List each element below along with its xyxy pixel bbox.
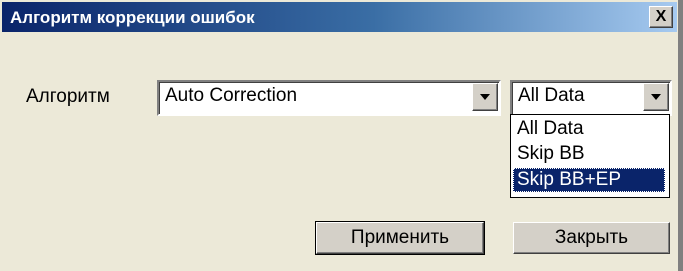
close-icon[interactable]: X <box>649 6 673 28</box>
dropdown-option-skip-bb[interactable]: Skip BB <box>513 142 665 166</box>
window-border <box>678 0 683 271</box>
title-bar[interactable]: Алгоритм коррекции ошибок X <box>2 2 677 32</box>
data-filter-dropdown-list: All Data Skip BB Skip BB+EP <box>510 114 670 198</box>
algorithm-value: Auto Correction <box>165 85 298 106</box>
algorithm-combobox[interactable]: Auto Correction <box>157 80 501 116</box>
data-filter-value: All Data <box>518 85 585 106</box>
window-title: Алгоритм коррекции ошибок <box>10 8 255 27</box>
dropdown-option-skip-bb-ep[interactable]: Skip BB+EP <box>513 168 665 192</box>
data-filter-combobox[interactable]: All Data <box>510 80 672 116</box>
close-button[interactable]: Закрыть <box>513 222 670 254</box>
chevron-down-icon[interactable] <box>643 83 669 111</box>
apply-button[interactable]: Применить <box>315 221 485 255</box>
dialog-window: Алгоритм коррекции ошибок X Алгоритм Aut… <box>0 0 683 271</box>
dropdown-option-all-data[interactable]: All Data <box>513 117 665 141</box>
chevron-down-icon[interactable] <box>472 83 498 111</box>
algorithm-label: Алгоритм <box>26 86 110 107</box>
